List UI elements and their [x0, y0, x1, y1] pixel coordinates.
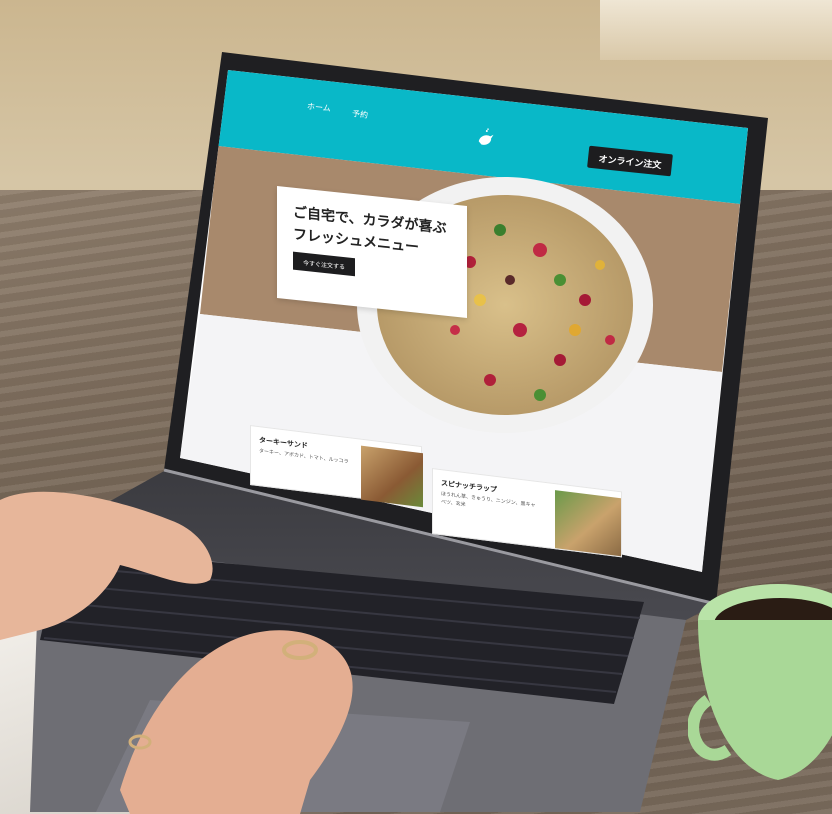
- left-hand: [0, 491, 213, 640]
- right-hand: [120, 630, 353, 814]
- coffee-cup: [688, 584, 832, 780]
- photo-scene: ホーム 予約 オンライン注文 ご自宅で、カラダが喜ぶ フレッシュメニュー 今すぐ…: [0, 0, 832, 814]
